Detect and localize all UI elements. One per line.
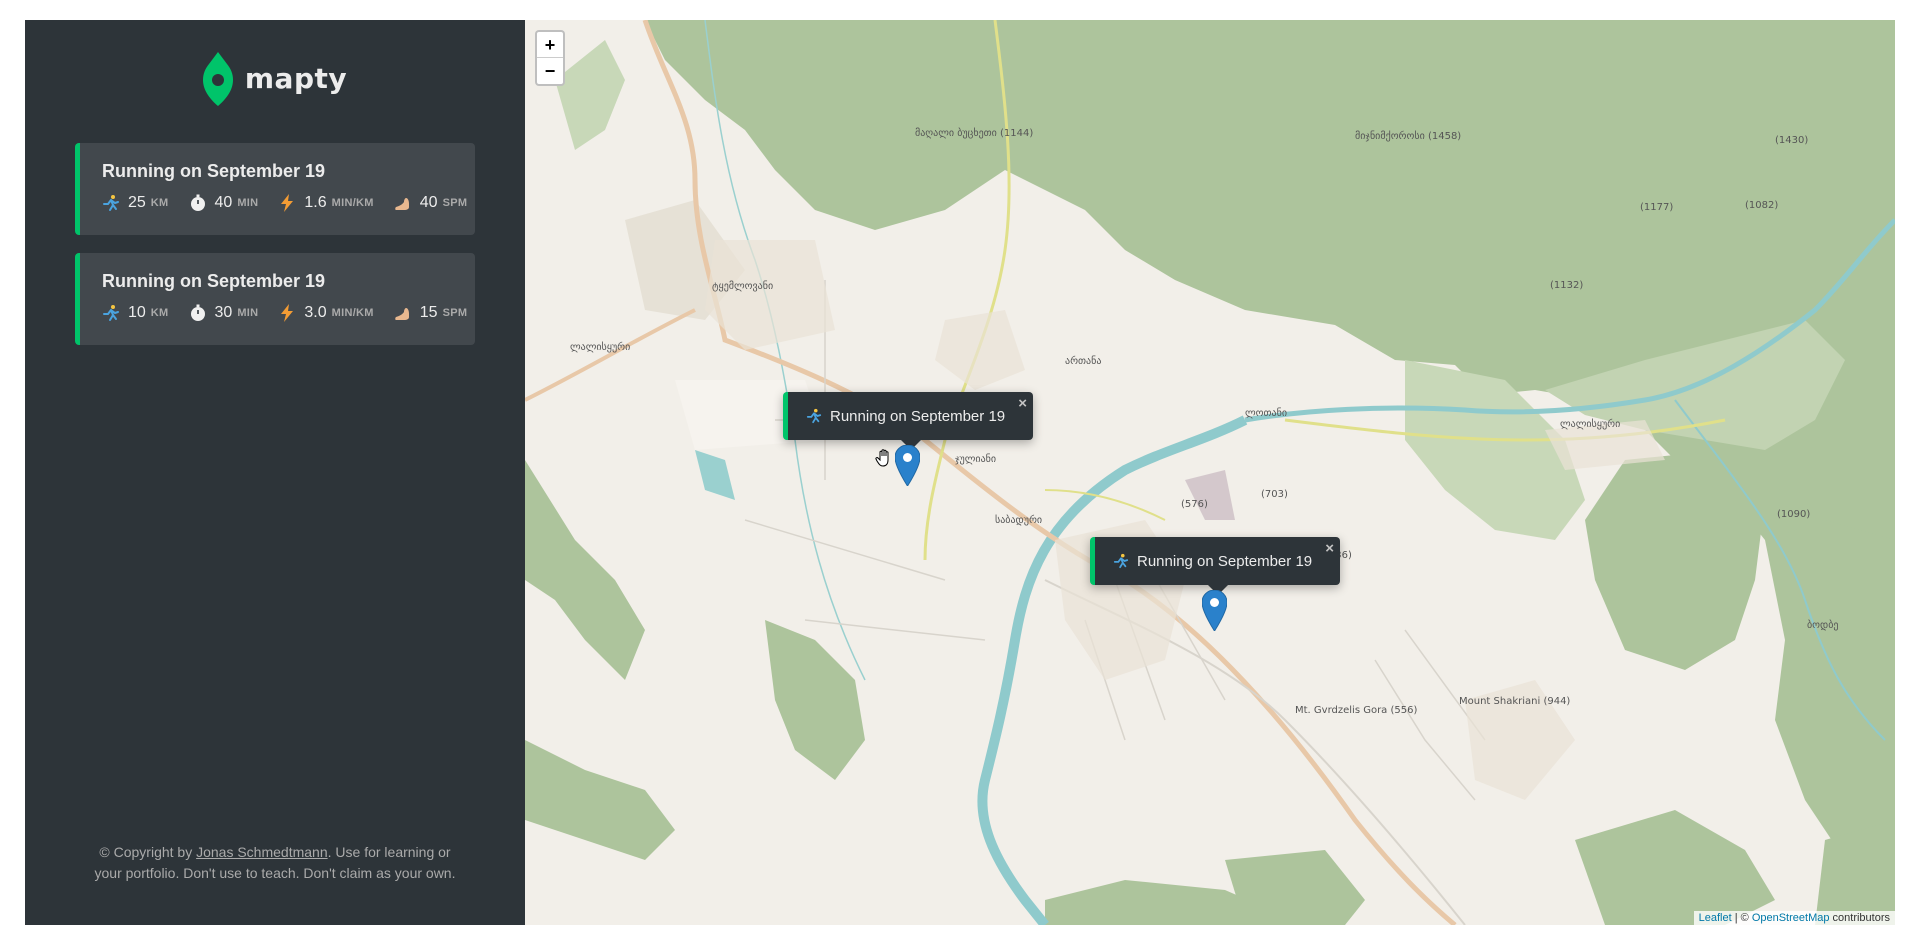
duration-unit: min	[237, 307, 259, 319]
distance-value: 25	[128, 194, 146, 211]
map-label: მიჯნიმქოროსი (1458)	[1355, 130, 1461, 142]
map-label: ლალისყური	[1560, 418, 1620, 430]
map-pin-logo-icon	[202, 52, 233, 106]
map-marker-icon[interactable]	[1202, 590, 1227, 631]
map-label: საბადური	[995, 514, 1042, 526]
map-tiles: მაღალი ბუცხეთი (1144) მიჯნიმქოროსი (1458…	[525, 20, 1895, 925]
map[interactable]: მაღალი ბუცხეთი (1144) მიჯნიმქოროსი (1458…	[525, 20, 1895, 925]
workout-distance: 10 km	[102, 304, 169, 322]
foot-icon	[395, 308, 409, 320]
pace-unit: min/km	[331, 307, 374, 319]
cadence-value: 15	[419, 304, 438, 321]
popup-close-button[interactable]: ×	[1325, 540, 1334, 557]
map-marker-icon[interactable]	[895, 445, 920, 486]
stopwatch-icon	[190, 194, 205, 211]
leaflet-link[interactable]: Leaflet	[1699, 912, 1732, 924]
map-label: Mt. Gvrdzelis Gora (556)	[1295, 705, 1417, 716]
workout-pace: 1.6 min/km	[278, 194, 373, 212]
runner-icon	[103, 305, 119, 321]
map-label: (1082)	[1745, 200, 1778, 211]
brand-name: mapty	[244, 61, 348, 95]
workout-cadence: 15 spm	[394, 304, 468, 322]
grab-cursor-icon	[875, 449, 889, 467]
workout-duration: 30 min	[189, 304, 259, 322]
workout-title: Running on September 19	[102, 271, 326, 291]
map-label: (1430)	[1775, 135, 1808, 146]
pace-value: 1.6	[304, 194, 327, 211]
lightning-icon	[281, 194, 294, 212]
map-label: ლალისყური	[570, 341, 630, 353]
duration-value: 40	[214, 194, 233, 211]
distance-unit: km	[150, 197, 169, 209]
zoom-in-button[interactable]: +	[537, 32, 563, 58]
attribution-suffix: contributors	[1829, 912, 1890, 924]
map-label: მაღალი ბუცხეთი (1144)	[915, 127, 1033, 139]
popup-title: Running on September 19	[830, 407, 1006, 425]
workout-details: 10 km 30 min 3.0 min/km	[102, 304, 475, 322]
map-attribution: Leaflet | © OpenStreetMap contributors	[1693, 911, 1895, 925]
cadence-value: 40	[419, 194, 438, 211]
zoom-out-button[interactable]: −	[537, 58, 563, 84]
runner-icon	[1113, 553, 1129, 569]
workout-title: Running on September 19	[102, 161, 326, 181]
sidebar: mapty Running on September 19 25 km 40 m…	[25, 20, 525, 925]
osm-link[interactable]: OpenStreetMap	[1752, 912, 1830, 924]
workout-popup[interactable]: Running on September 19 ×	[783, 392, 1033, 450]
workout-cadence: 40 spm	[394, 194, 468, 212]
workout-details: 25 km 40 min 1.6 min/km	[102, 194, 475, 212]
runner-icon	[103, 195, 119, 211]
distance-value: 10	[128, 304, 146, 321]
attribution-sep: | ©	[1731, 912, 1752, 924]
popup-close-button[interactable]: ×	[1018, 395, 1027, 412]
duration-unit: min	[237, 197, 259, 209]
brand: mapty	[25, 50, 525, 106]
workout-item[interactable]: Running on September 19 10 km 30 min	[75, 253, 475, 345]
map-label: ჯულიანი	[955, 453, 996, 465]
map-label: (1132)	[1550, 280, 1583, 291]
map-label: ტყემლოვანი	[712, 280, 773, 292]
copyright: © Copyright by Jonas Schmedtmann. Use fo…	[85, 842, 465, 884]
map-label: ართანა	[1065, 355, 1101, 367]
workout-pace: 3.0 min/km	[278, 304, 373, 322]
map-label: (576)	[1181, 499, 1208, 510]
duration-value: 30	[214, 304, 233, 321]
zoom-control: + −	[535, 30, 565, 86]
cadence-unit: spm	[442, 307, 468, 319]
copyright-prefix: © Copyright by	[99, 844, 197, 860]
map-label: (1177)	[1640, 202, 1673, 213]
foot-icon	[395, 198, 409, 210]
map-label: (1090)	[1777, 509, 1810, 520]
author-link[interactable]: Jonas Schmedtmann	[196, 844, 328, 860]
pace-unit: min/km	[331, 197, 374, 209]
runner-icon	[806, 408, 822, 424]
map-label: Mount Shakriani (944)	[1459, 696, 1570, 707]
lightning-icon	[281, 304, 294, 322]
map-label: ბოდბე	[1807, 619, 1838, 631]
workout-list: Running on September 19 25 km 40 min	[75, 143, 475, 363]
workout-popup[interactable]: Running on September 19 ×	[1090, 537, 1340, 595]
popup-title: Running on September 19	[1137, 552, 1313, 570]
map-label: ლოთანი	[1245, 407, 1287, 419]
workout-distance: 25 km	[102, 194, 169, 212]
distance-unit: km	[150, 307, 169, 319]
pace-value: 3.0	[304, 304, 327, 321]
workout-duration: 40 min	[189, 194, 259, 212]
stopwatch-icon	[190, 304, 205, 321]
map-label: (703)	[1261, 489, 1288, 500]
cadence-unit: spm	[442, 197, 468, 209]
workout-item[interactable]: Running on September 19 25 km 40 min	[75, 143, 475, 235]
app: mapty Running on September 19 25 km 40 m…	[25, 20, 1895, 925]
